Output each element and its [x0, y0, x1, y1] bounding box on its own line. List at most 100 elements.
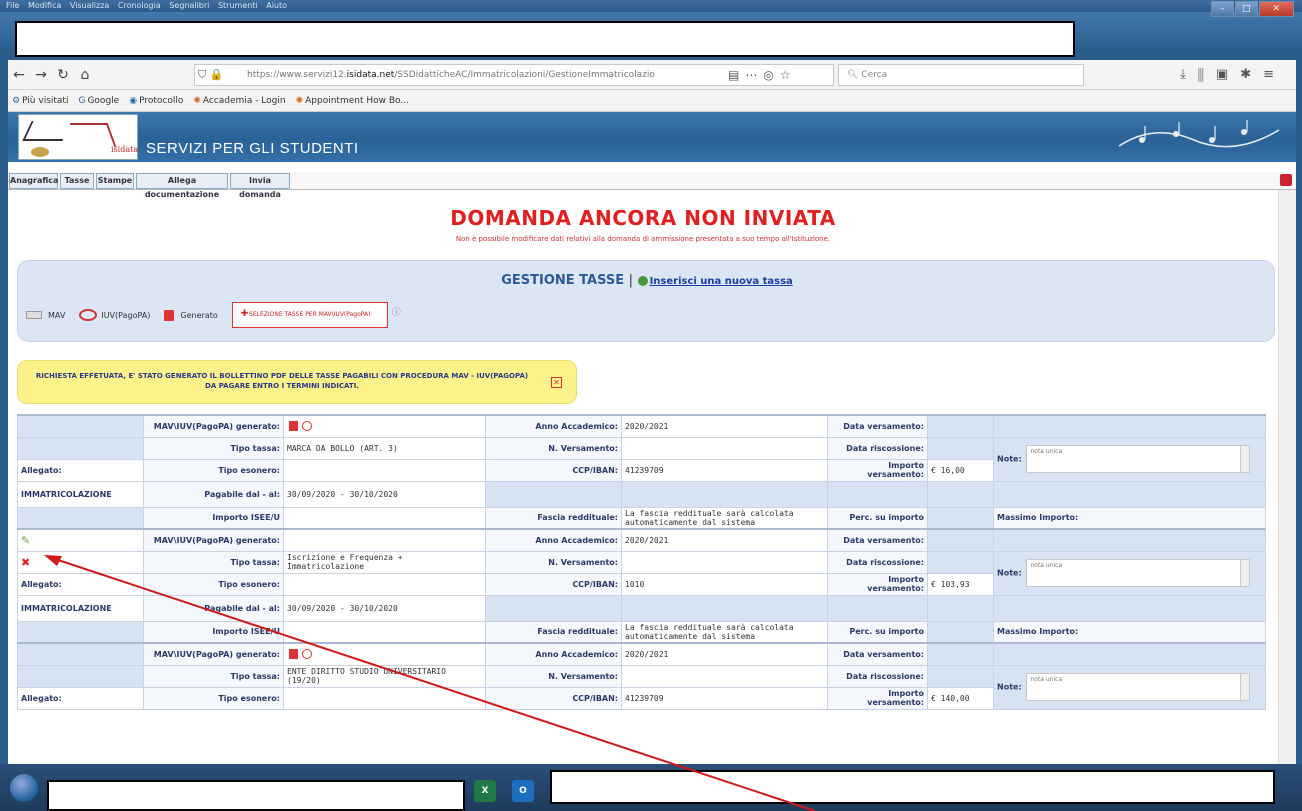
fascia-value: La fascia reddituale sarà calcolata auto…	[621, 620, 828, 644]
table-row: ✖ Tipo tassa: Iscrizione e Frequenza + I…	[17, 550, 1266, 596]
anno-label: Anno Accademico:	[485, 528, 622, 552]
data-riscossione-label: Data riscossione:	[827, 550, 928, 574]
reload-icon[interactable]: ↻	[52, 64, 74, 86]
minimize-button[interactable]: –	[1211, 1, 1234, 17]
lock-icon[interactable]: 🔒	[210, 68, 224, 81]
menu-bar: File Modifica Visualizza Cronologia Segn…	[0, 0, 1302, 12]
accademia-icon: ✺	[295, 95, 304, 106]
pagopa-icon	[79, 309, 98, 321]
shield-icon[interactable]: ⛉	[198, 68, 206, 81]
back-arrow-icon[interactable]: ←	[8, 64, 30, 86]
logo-text: isidata	[111, 145, 139, 154]
site-info-icons: ⛉ 🔒	[198, 64, 223, 86]
n-versamento-label: N. Versamento:	[485, 436, 622, 460]
tab-stampe[interactable]: Stampe	[96, 173, 134, 189]
anno-value: 2020/2021	[621, 642, 828, 666]
logout-icon[interactable]	[1280, 174, 1292, 186]
pdf-icon[interactable]	[289, 649, 298, 660]
table-row: Tipo tassa: ENTE DIRITTO STUDIO UNIVERSI…	[17, 664, 1266, 710]
music-notes-decoration	[1118, 120, 1280, 148]
tab-anagrafica[interactable]: Anagrafica	[9, 173, 58, 189]
bookmark-appointment[interactable]: ✺ Appointment How Bo...	[296, 96, 409, 106]
tab-allega-documentazione[interactable]: Allega documentazione	[136, 173, 228, 199]
fascia-label: Fascia reddituale:	[485, 506, 622, 530]
bookmark-google[interactable]: G Google	[78, 96, 119, 106]
gestione-tasse-panel: GESTIONE TASSE | Inserisci una nuova tas…	[17, 260, 1275, 342]
extension-icon[interactable]: ✱	[1240, 67, 1263, 82]
legend: MAV IUV(PagoPA) Generato ✚ SELEZIONE TASS…	[26, 301, 401, 329]
search-input[interactable]: 🔍︎ Cerca	[838, 64, 1084, 86]
page-scrollbar[interactable]	[1278, 190, 1296, 764]
note-textarea[interactable]: nota unica	[1026, 673, 1251, 701]
anno-value: 2020/2021	[621, 414, 828, 438]
reader-view-icon[interactable]: ▤	[728, 68, 745, 82]
tipo-tassa-value: ENTE DIRITTO STUDIO UNIVERSITARIO (19/20…	[283, 664, 486, 688]
navigation-toolbar: ← → ↻ ⌂ https://www.servizi12.isidata.ne…	[8, 60, 1296, 90]
outlook-icon[interactable]: O	[512, 780, 534, 802]
menu-file[interactable]: File	[6, 1, 19, 10]
maximize-button[interactable]: □	[1234, 1, 1258, 17]
menu-segnalibri[interactable]: Segnalibri	[169, 1, 209, 10]
importo-value: € 103,93	[927, 572, 994, 596]
tipo-tassa-label: Tipo tassa:	[143, 550, 284, 574]
pagopa-icon[interactable]	[302, 421, 312, 432]
edit-tool-icon[interactable]: ✎	[21, 534, 30, 547]
ccp-label: CCP/IBAN:	[485, 572, 622, 596]
section-tabs: Anagrafica Tasse Stampe Allega documenta…	[8, 172, 1296, 199]
pocket-icon[interactable]: ◎	[763, 68, 779, 82]
menu-aiuto[interactable]: Aiuto	[266, 1, 287, 10]
menu-visualizza[interactable]: Visualizza	[70, 1, 109, 10]
bookmark-star-icon[interactable]: ☆	[780, 68, 797, 82]
new-tax-link[interactable]: Inserisci una nuova tassa	[650, 276, 793, 287]
close-button[interactable]: ✕	[1258, 1, 1294, 17]
accademia-icon: ✺	[193, 95, 201, 106]
home-icon[interactable]: ⌂	[74, 64, 96, 86]
note-textarea[interactable]: nota unica	[1026, 559, 1251, 587]
table-row: ✎ MAV\IUV(PagoPA) generato: Anno Accadem…	[17, 528, 1266, 552]
info-icon[interactable]: ⓘ	[392, 309, 401, 318]
bookmark-piu-visitati[interactable]: ⚙ Più visitati	[12, 96, 68, 106]
close-icon[interactable]: ✕	[551, 377, 562, 388]
pagabile-value: 30/09/2020 - 30/10/2020	[283, 480, 486, 508]
tipo-esonero-label: Tipo esonero:	[143, 458, 284, 482]
delete-icon[interactable]: ✖	[21, 556, 30, 569]
anno-value: 2020/2021	[621, 528, 828, 552]
allegato-label: Allegato:	[17, 686, 144, 710]
more-actions-icon[interactable]: ⋯	[745, 68, 763, 82]
url-actions: ▤⋯◎☆	[728, 64, 797, 86]
pdf-icon[interactable]	[289, 421, 298, 432]
toolbar-right: ⤓⫼▣✱≡	[1180, 64, 1286, 86]
pagabile-label: Pagabile dal - al:	[143, 480, 284, 508]
bookmark-accademia-login[interactable]: ✺ Accademia - Login	[193, 96, 285, 106]
redacted-tab-strip	[15, 21, 1075, 57]
tab-invia-domanda[interactable]: Invia domanda	[230, 173, 290, 199]
tipo-tassa-label: Tipo tassa:	[143, 664, 284, 688]
select-taxes-button[interactable]: ✚ SELEZIONE TASSE PER MAV\IUV(PagoPA) ⓘ	[231, 302, 401, 328]
importo-label: Importo versamento:	[827, 458, 928, 482]
menu-strumenti[interactable]: Strumenti	[218, 1, 258, 10]
sidebar-icon[interactable]: ▣	[1216, 67, 1240, 82]
globe-icon: ◉	[129, 95, 138, 106]
download-icon[interactable]: ⤓	[1180, 67, 1198, 82]
note-label: Note:	[997, 454, 1022, 464]
fascia-label: Fascia reddituale:	[485, 620, 622, 644]
library-icon[interactable]: ⫼	[1198, 67, 1216, 82]
pagopa-icon[interactable]	[302, 649, 312, 660]
search-placeholder: Cerca	[861, 70, 888, 80]
table-row: Tipo tassa: MARCA DA BOLLO (ART. 3) N. V…	[17, 436, 1266, 482]
start-button[interactable]	[10, 774, 38, 802]
ccp-label: CCP/IBAN:	[485, 458, 622, 482]
note-textarea[interactable]: nota unica	[1026, 445, 1251, 473]
bookmark-protocollo[interactable]: ◉ Protocollo	[129, 96, 183, 106]
excel-icon[interactable]: X	[474, 780, 496, 802]
site-logo[interactable]: isidata	[18, 114, 138, 160]
legend-mav: MAV	[26, 311, 65, 320]
forward-arrow-icon[interactable]: →	[30, 64, 52, 86]
menu-modifica[interactable]: Modifica	[28, 1, 61, 10]
hamburger-menu-icon[interactable]: ≡	[1263, 67, 1286, 82]
gestione-tasse-header: GESTIONE TASSE | Inserisci una nuova tas…	[501, 273, 793, 288]
url-path: /SSDidatticheAC/Immatricolazioni/Gestion…	[394, 70, 655, 80]
importo-label: Importo versamento:	[827, 572, 928, 596]
menu-cronologia[interactable]: Cronologia	[118, 1, 161, 10]
tab-tasse[interactable]: Tasse	[60, 173, 94, 189]
